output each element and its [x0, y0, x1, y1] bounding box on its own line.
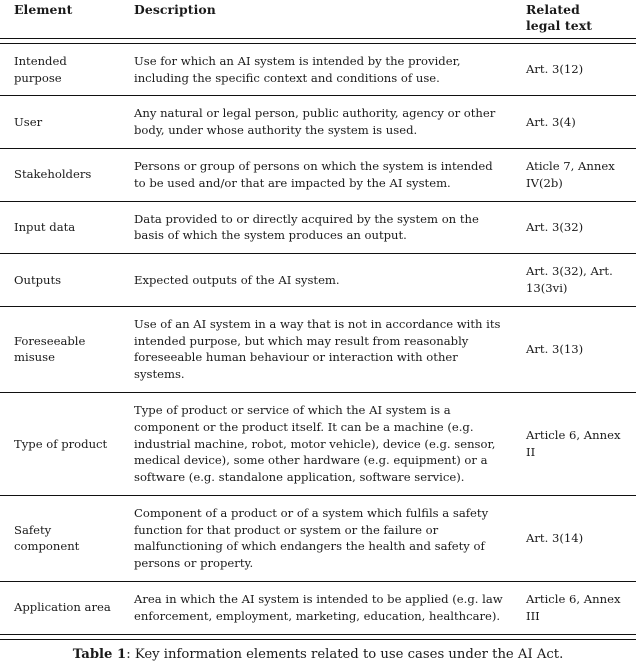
table-row: Type of product Type of product or servi… [0, 391, 636, 496]
cell-legal-text: Art. 3(32), Art. 13(3vi) [513, 253, 636, 307]
column-header-description: Description [134, 2, 216, 17]
cell-description: Component of a product or of a system wh… [117, 494, 513, 582]
cell-legal-text: Art. 3(14) [513, 494, 636, 582]
cell-description: Expected outputs of the AI system. [117, 253, 513, 307]
table-row: Stakeholders Persons or group of persons… [0, 147, 636, 202]
caption-label: Table 1 [72, 646, 127, 662]
cell-element: Intended purpose [14, 53, 67, 85]
cell-description: Type of product or service of which the … [117, 391, 513, 496]
cell-legal-text: Art. 3(12) [526, 62, 584, 77]
table-caption: Table 1: Key information elements relate… [0, 640, 636, 663]
cell-element: Type of product [0, 391, 117, 496]
cell-description: Any natural or legal person, public auth… [117, 95, 513, 149]
cell-legal-text: Aticle 7, Annex IV(2b) [513, 147, 636, 202]
column-header-related-legal-text: Related legal text [513, 0, 636, 38]
table-row: Foreseeable misuse Use of an AI system i… [0, 305, 636, 393]
cell-legal-text: Article 6, Annex II [513, 391, 636, 496]
table-row: Safety component Component of a product … [0, 494, 636, 582]
table-body: Intended purpose Use for which an AI sys… [0, 44, 636, 634]
cell-element: Safety component [0, 494, 117, 582]
table-row: Intended purpose Use for which an AI sys… [0, 44, 636, 96]
table-row: Outputs Expected outputs of the AI syste… [0, 253, 636, 307]
cell-element: Input data [0, 200, 117, 254]
cell-description: Persons or group of persons on which the… [117, 147, 513, 202]
cell-description: Use of an AI system in a way that is not… [117, 305, 513, 393]
column-header-legal-line2: legal text [526, 17, 593, 33]
table-row: User Any natural or legal person, public… [0, 95, 636, 149]
key-information-elements-table: Element Description Related legal text I… [0, 0, 636, 634]
cell-legal-text: Article 6, Annex III [513, 581, 636, 634]
cell-legal-text: Art. 3(13) [513, 305, 636, 393]
table-row: Application area Area in which the AI sy… [0, 581, 636, 634]
cell-element: User [0, 95, 117, 149]
cell-element: Outputs [0, 253, 117, 307]
cell-element: Application area [0, 581, 117, 634]
document-page: Element Description Related legal text I… [0, 0, 640, 662]
cell-legal-text: Art. 3(4) [513, 95, 636, 149]
table-row: Input data Data provided to or directly … [0, 200, 636, 254]
cell-description: Use for which an AI system is intended b… [134, 53, 461, 85]
caption-text: Key information elements related to use … [134, 646, 564, 662]
column-header-legal-line1: Related [526, 2, 580, 17]
cell-description: Data provided to or directly acquired by… [117, 200, 513, 254]
column-header-element: Element [14, 2, 73, 17]
cell-element: Stakeholders [0, 147, 117, 202]
cell-element: Foreseeable misuse [0, 305, 117, 393]
caption-separator: : [126, 646, 135, 662]
cell-description: Area in which the AI system is intended … [117, 581, 513, 634]
header-row: Element Description Related legal text [0, 0, 636, 38]
table-header: Element Description Related legal text [0, 0, 636, 44]
cell-legal-text: Art. 3(32) [513, 200, 636, 254]
